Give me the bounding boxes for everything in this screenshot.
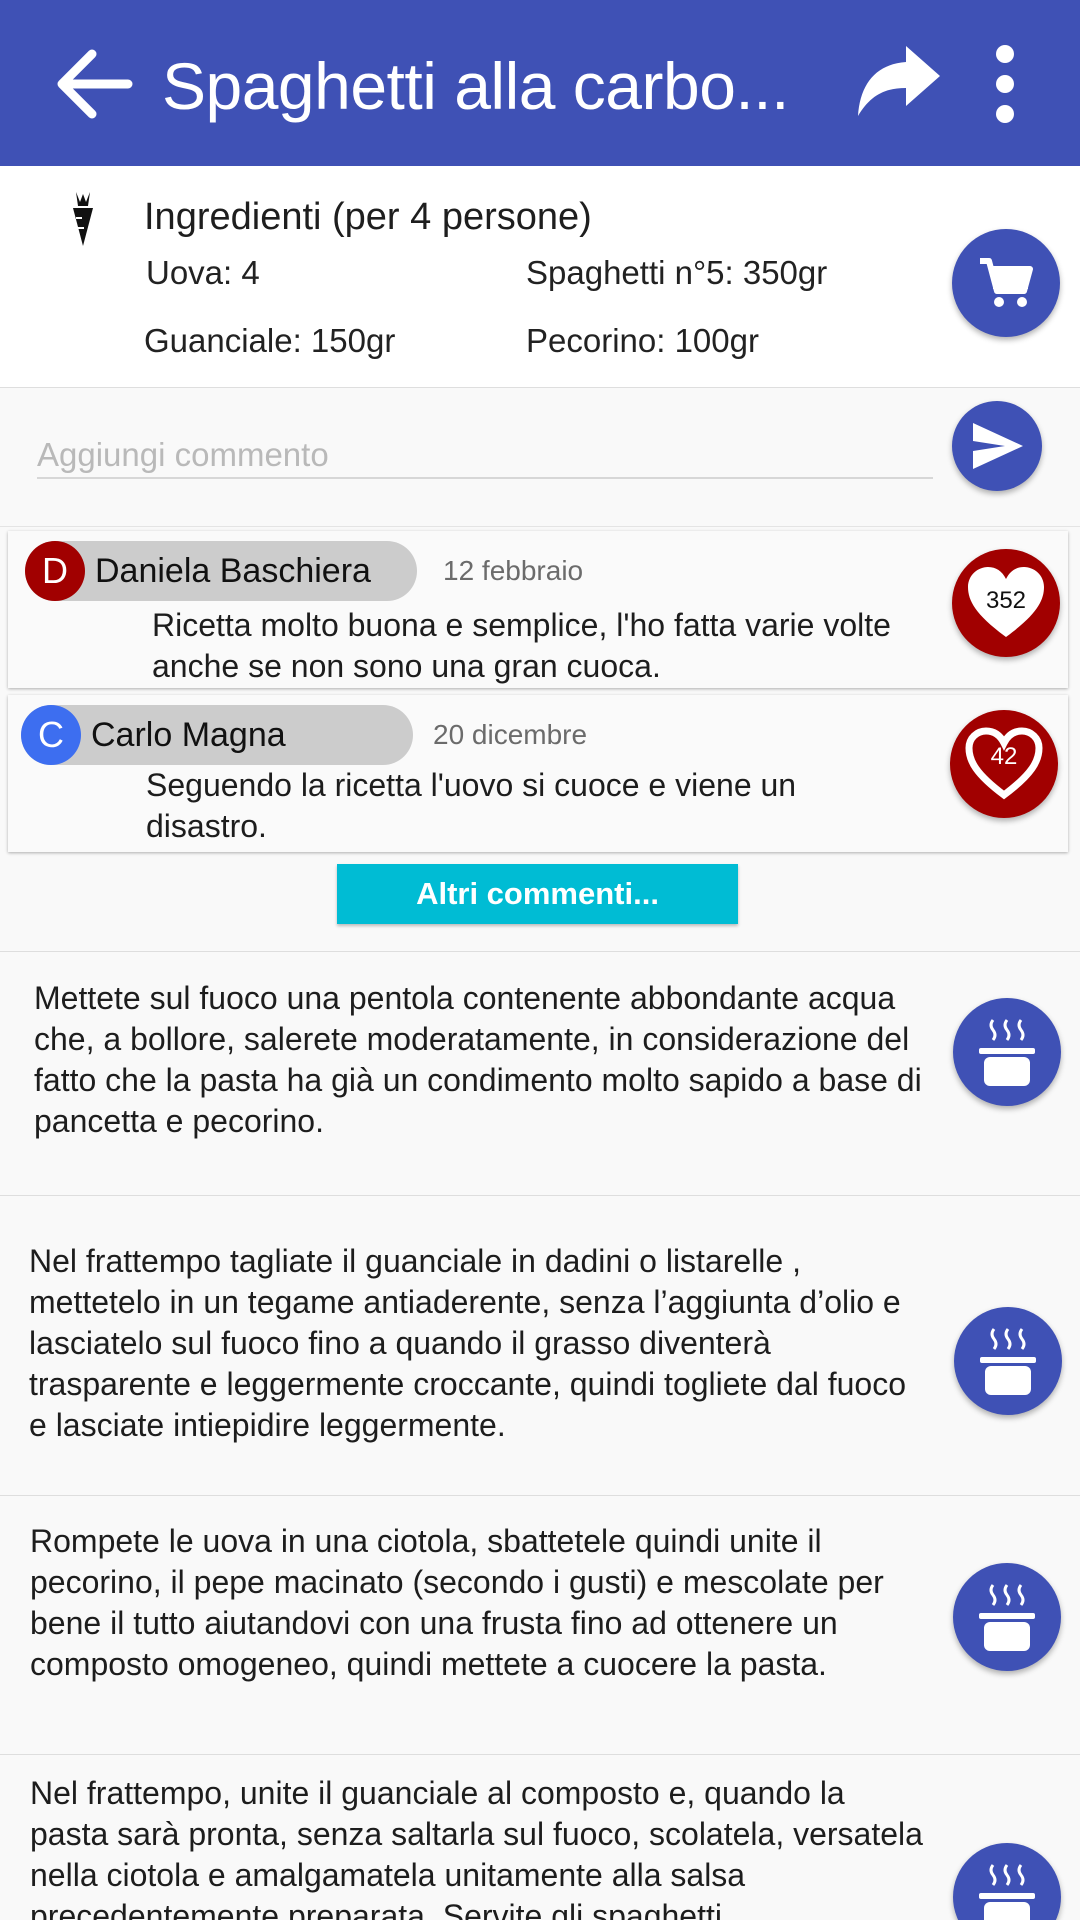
step-text: Rompete le uova in una ciotola, sbattete… [30,1523,884,1682]
recipe-step: Nel frattempo, unite il guanciale al com… [0,1754,1080,1920]
cooking-pot-icon [980,1328,1036,1395]
step-timer-button[interactable] [953,998,1061,1106]
cooking-pot-icon [979,1864,1035,1920]
cooking-pot-icon [979,1019,1035,1086]
comment-composer [0,389,1080,527]
comment-card: D Daniela Baschiera 12 febbraio Ricetta … [8,531,1068,688]
comment-input[interactable] [37,433,933,479]
step-text: Nel frattempo tagliate il guanciale in d… [29,1243,906,1443]
ingredient-item: Uova: 4 [146,254,260,291]
ingredients-section: Ingredienti (per 4 persone) Uova: 4 Spag… [0,166,1080,388]
app-bar: Spaghetti alla carbo... [0,0,1080,166]
comment-text: Ricetta molto buona e semplice, l'ho fat… [152,607,891,684]
comment-date: 12 febbraio [443,555,584,586]
step-timer-button[interactable] [953,1843,1061,1920]
ingredient-item: Pecorino: 100gr [526,322,759,359]
step-timer-button[interactable] [954,1307,1062,1415]
more-options-icon[interactable] [985,44,1025,124]
author-chip[interactable]: D Daniela Baschiera [25,541,417,601]
like-count: 352 [985,587,1027,614]
comment-card: C Carlo Magna 20 dicembre Seguendo la ri… [8,695,1068,852]
add-to-cart-button[interactable] [952,229,1060,337]
cart-icon [980,258,1033,307]
ingredient-item: Spaghetti n°5: 350gr [526,254,828,291]
ingredient-item: Guanciale: 150gr [144,322,396,359]
more-comments-button[interactable]: Altri commenti... [337,864,738,924]
avatar: D [25,541,85,601]
step-text: Nel frattempo, unite il guanciale al com… [30,1775,923,1920]
carrot-icon [73,192,93,246]
page-title: Spaghetti alla carbo... [162,49,789,123]
like-count: 42 [990,743,1018,770]
share-icon[interactable] [856,44,942,120]
back-arrow-icon[interactable] [52,46,134,122]
comment-text: Seguendo la ricetta l'uovo si cuoce e vi… [146,767,797,844]
send-icon [973,423,1023,469]
comment-date: 20 dicembre [433,719,588,750]
cooking-pot-icon [979,1584,1035,1651]
step-timer-button[interactable] [953,1563,1061,1671]
ingredients-title: Ingredienti (per 4 persone) [144,196,592,238]
like-button[interactable]: 42 [950,710,1058,818]
comment-author: Carlo Magna [91,716,286,754]
author-chip[interactable]: C Carlo Magna [21,705,413,765]
send-comment-button[interactable] [952,401,1042,491]
recipe-step: Mettete sul fuoco una pentola contenente… [0,951,1080,1195]
step-text: Mettete sul fuoco una pentola contenente… [34,980,922,1139]
recipe-step: Rompete le uova in una ciotola, sbattete… [0,1495,1080,1754]
like-button[interactable]: 352 [952,549,1060,657]
avatar: C [21,705,81,765]
recipe-step: Nel frattempo tagliate il guanciale in d… [0,1195,1080,1495]
comment-author: Daniela Baschiera [95,552,371,590]
